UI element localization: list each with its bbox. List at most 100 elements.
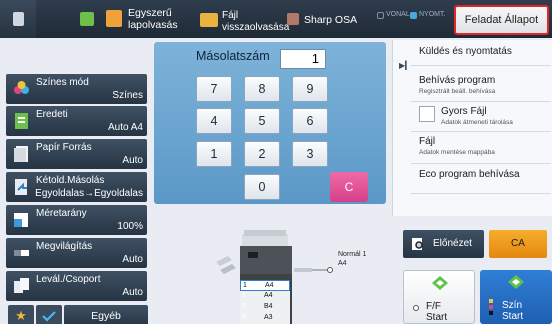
home-icon — [13, 12, 24, 26]
copies-field[interactable]: 1 — [280, 49, 326, 69]
job-status-button[interactable]: Feladat Állapot — [454, 5, 549, 35]
action-file[interactable]: Fájl Adatok mentése mappába — [411, 132, 551, 164]
key-7[interactable]: 7 — [196, 76, 232, 102]
home-button[interactable] — [0, 0, 36, 38]
action-eco-program[interactable]: Eco program behívása — [411, 164, 551, 194]
check-button[interactable] — [36, 305, 62, 324]
mode-ratio[interactable]: Méretarány 100% — [6, 205, 147, 235]
sort-icon — [12, 277, 32, 295]
output-tray-label: Normál 1 A4 — [338, 250, 366, 268]
star-icon: ★ — [15, 308, 27, 323]
action-quick-file[interactable]: Gyors Fájl Adatok átmeneti tárolása — [411, 102, 551, 132]
recent-jobs-button[interactable] — [78, 0, 100, 38]
copier-illustration — [216, 230, 333, 324]
copies-label: Másolatszám — [196, 49, 270, 63]
line-status-label: VONAL — [386, 11, 410, 18]
line-status-icon — [377, 12, 384, 19]
mode-original-value: Auto A4 — [107, 122, 143, 133]
key-1[interactable]: 1 — [196, 141, 232, 167]
easy-scan-label-line1: Egyszerű — [128, 7, 172, 19]
key-5[interactable]: 5 — [244, 108, 280, 134]
file-retrieve-label-line2: visszaolvasása — [222, 22, 290, 33]
action-recall-program-label: Behívás program — [419, 75, 496, 86]
mode-sort-label: Levál./Csoport — [36, 274, 101, 285]
mode-paper-source[interactable]: Papír Forrás Auto — [6, 139, 147, 169]
action-quick-file-sub: Adatok átmeneti tárolása — [441, 119, 513, 126]
file-retrieve-button[interactable]: Fájl visszaolvasása — [198, 0, 290, 38]
tray-2[interactable]: 2 A4 — [240, 291, 290, 302]
easy-scan-label-line2: lapolvasás — [128, 19, 178, 31]
key-9[interactable]: 9 — [292, 76, 328, 102]
mode-paper-source-value: Auto — [122, 155, 143, 166]
tray-1-size: A4 — [265, 282, 274, 289]
action-send-and-print[interactable]: Küldés és nyomtatás — [411, 40, 551, 66]
mode-ratio-value: 100% — [117, 221, 143, 232]
recent-jobs-icon — [80, 12, 94, 26]
easy-scan-button[interactable]: Egyszerű lapolvasás — [104, 0, 188, 38]
preview-icon — [412, 238, 423, 250]
mode-exposure-value: Auto — [122, 254, 143, 265]
favorite-button[interactable]: ★ — [8, 305, 34, 324]
copy-screen: Egyszerű lapolvasás Fájl visszaolvasása … — [0, 0, 552, 324]
key-3[interactable]: 3 — [292, 141, 328, 167]
file-retrieve-label-line1: Fájl — [222, 10, 239, 21]
action-eco-program-label: Eco program behívása — [419, 169, 520, 180]
mode-exposure[interactable]: Megvilágítás Auto — [6, 238, 147, 268]
print-status-label: NYOMT. — [419, 11, 446, 18]
color-start-button[interactable]: Szín Start — [480, 270, 552, 324]
key-0[interactable]: 0 — [244, 174, 280, 200]
mode-original-label: Eredeti — [36, 109, 68, 120]
mode-ratio-label: Méretarány — [36, 208, 87, 219]
bw-start-button[interactable]: F/F Start — [403, 270, 475, 324]
folder-icon — [200, 13, 218, 27]
exposure-icon — [12, 244, 32, 262]
panel-collapse-icon[interactable]: ▶▎ — [399, 61, 411, 70]
action-recall-program[interactable]: Behívás program Regisztrált beáll. behív… — [411, 66, 551, 102]
mode-color[interactable]: Színes mód Színes — [6, 74, 147, 104]
mode-duplex-value: Egyoldalas→Egyoldalas — [35, 188, 143, 199]
action-quick-file-label: Gyors Fájl — [441, 106, 487, 117]
top-bar: Egyszerű lapolvasás Fájl visszaolvasása … — [0, 0, 552, 38]
bw-start-line2: Start — [426, 312, 448, 323]
mode-duplex-label: Kétold.Másolás — [36, 175, 105, 186]
preview-label: Előnézet — [433, 238, 472, 249]
clear-all-button[interactable]: CA — [489, 230, 547, 258]
sharp-osa-icon — [287, 13, 299, 25]
tray-1[interactable]: 1 A4 — [240, 280, 290, 291]
easy-scan-icon — [106, 10, 122, 27]
tray-2-number: 2 — [242, 292, 246, 299]
quick-file-checkbox[interactable] — [419, 106, 435, 122]
mode-duplex[interactable]: Kétold.Másolás Egyoldalas→Egyoldalas — [6, 172, 147, 202]
other-functions-button[interactable]: Egyéb — [64, 305, 148, 324]
start-diamond-icon — [508, 275, 524, 289]
paper-icon — [12, 145, 32, 163]
action-file-label: Fájl — [419, 136, 436, 147]
key-4[interactable]: 4 — [196, 108, 232, 134]
mode-color-label: Színes mód — [36, 77, 89, 88]
action-recall-program-sub: Regisztrált beáll. behívása — [419, 88, 496, 95]
tray-3[interactable]: 3 B4 — [240, 302, 290, 313]
key-2[interactable]: 2 — [244, 141, 280, 167]
action-send-and-print-label: Küldés és nyomtatás — [419, 46, 512, 57]
mode-list: Színes mód Színes Eredeti Auto A4 Papír … — [0, 72, 148, 324]
mode-sort[interactable]: Levál./Csoport Auto — [6, 271, 147, 301]
mode-original[interactable]: Eredeti Auto A4 — [6, 106, 147, 136]
preview-button[interactable]: Előnézet — [403, 230, 484, 258]
sharp-osa-button[interactable]: Sharp OSA — [287, 0, 367, 38]
mode-paper-source-label: Papír Forrás — [36, 142, 92, 153]
tray-2-size: A4 — [264, 292, 273, 299]
color-dot-icon — [489, 311, 493, 315]
action-file-sub: Adatok mentése mappába — [419, 149, 495, 156]
mode-color-value: Színes — [112, 90, 143, 101]
tray-1-number: 1 — [243, 282, 247, 289]
color-start-line2: Start — [502, 311, 524, 322]
key-6[interactable]: 6 — [292, 108, 328, 134]
tray-4[interactable]: 4 A3 — [240, 313, 290, 324]
clear-key[interactable]: C — [330, 172, 368, 202]
key-8[interactable]: 8 — [244, 76, 280, 102]
tray-3-number: 3 — [242, 303, 246, 310]
copy-count-keypad: Másolatszám 1 7 8 9 4 5 6 1 2 3 0 C — [154, 42, 386, 204]
ratio-icon — [12, 211, 32, 229]
mode-sort-value: Auto — [122, 287, 143, 298]
duplex-icon — [12, 178, 32, 196]
